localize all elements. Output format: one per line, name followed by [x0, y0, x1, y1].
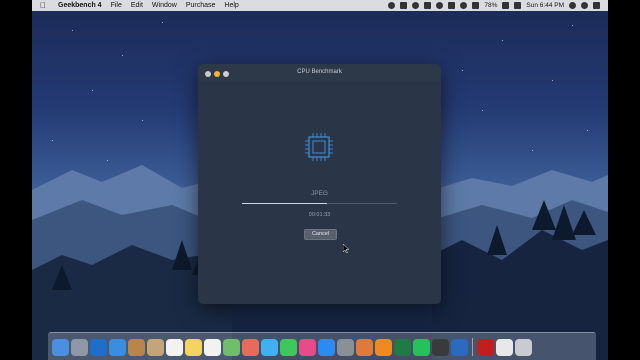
system-preferences-icon[interactable] — [337, 338, 354, 356]
facetime-icon[interactable] — [280, 338, 297, 356]
menu-edit[interactable]: Edit — [131, 2, 143, 9]
menu-purchase[interactable]: Purchase — [186, 2, 216, 9]
app-menu[interactable]: Geekbench 4 — [58, 2, 102, 9]
window-title: CPU Benchmark — [297, 69, 342, 75]
crossover-icon[interactable] — [356, 338, 373, 356]
document-icon[interactable] — [496, 338, 513, 356]
vlc-icon[interactable] — [375, 338, 392, 356]
dock-separator — [472, 338, 473, 356]
dock — [48, 332, 596, 360]
battery-icon[interactable] — [502, 2, 510, 9]
volume-icon[interactable] — [472, 2, 480, 9]
reminders-icon[interactable] — [204, 338, 221, 356]
safari-icon[interactable] — [109, 338, 126, 356]
menu-window[interactable]: Window — [152, 2, 177, 9]
apple-menu-icon[interactable]:  — [40, 1, 50, 10]
calendar-icon[interactable] — [166, 338, 183, 356]
desktop:  Geekbench 4 File Edit Window Purchase … — [32, 0, 608, 360]
flag-icon[interactable] — [514, 2, 522, 9]
progress-fill — [242, 203, 328, 204]
wifi-icon[interactable] — [460, 2, 468, 9]
notification-center-icon[interactable] — [593, 2, 600, 9]
finder-icon[interactable] — [52, 338, 69, 356]
geekbench-icon[interactable] — [451, 338, 468, 356]
app-store-icon[interactable] — [318, 338, 335, 356]
status-area: 78% Sun 6:44 PM — [388, 0, 600, 11]
whatsapp-icon[interactable] — [413, 338, 430, 356]
menu-help[interactable]: Help — [224, 2, 238, 9]
siri-icon[interactable] — [581, 2, 588, 9]
cloud-tray-icon[interactable] — [424, 2, 432, 9]
spotlight-search-icon[interactable] — [569, 2, 576, 9]
time-machine-icon[interactable] — [448, 2, 456, 9]
menu-clock[interactable]: Sun 6:44 PM — [526, 2, 564, 9]
cpu-chip-icon — [305, 133, 333, 161]
benchmark-progress-bar — [242, 203, 397, 204]
menu-file[interactable]: File — [111, 2, 122, 9]
current-task-label: JPEG — [311, 190, 328, 197]
cpu-benchmark-window: CPU Benchmark JPEG 00:01:33 Cancel — [198, 64, 441, 304]
messages-icon[interactable] — [261, 338, 278, 356]
excel-icon[interactable] — [394, 338, 411, 356]
launchpad-icon[interactable] — [71, 338, 88, 356]
photos-icon[interactable] — [242, 338, 259, 356]
record-tray-icon[interactable] — [412, 2, 420, 9]
trash-icon[interactable] — [515, 338, 532, 356]
mouse-pointer-icon — [343, 244, 349, 253]
outlook-icon[interactable] — [90, 338, 107, 356]
contacts-icon[interactable] — [147, 338, 164, 356]
notefile-icon[interactable] — [128, 338, 145, 356]
dropbox-tray-icon[interactable] — [400, 2, 408, 9]
elapsed-time: 00:01:33 — [308, 212, 331, 218]
menu-bar:  Geekbench 4 File Edit Window Purchase … — [32, 0, 608, 11]
bluetooth-icon[interactable] — [436, 2, 444, 9]
maps-icon[interactable] — [223, 338, 240, 356]
battery-percentage[interactable]: 78% — [484, 2, 497, 9]
skype-tray-icon[interactable] — [388, 2, 396, 9]
window-titlebar[interactable]: CPU Benchmark — [198, 64, 441, 81]
cancel-button[interactable]: Cancel — [304, 229, 337, 240]
obs-icon[interactable] — [432, 338, 449, 356]
itunes-icon[interactable] — [299, 338, 316, 356]
acrobat-icon[interactable] — [477, 338, 494, 356]
notes-icon[interactable] — [185, 338, 202, 356]
